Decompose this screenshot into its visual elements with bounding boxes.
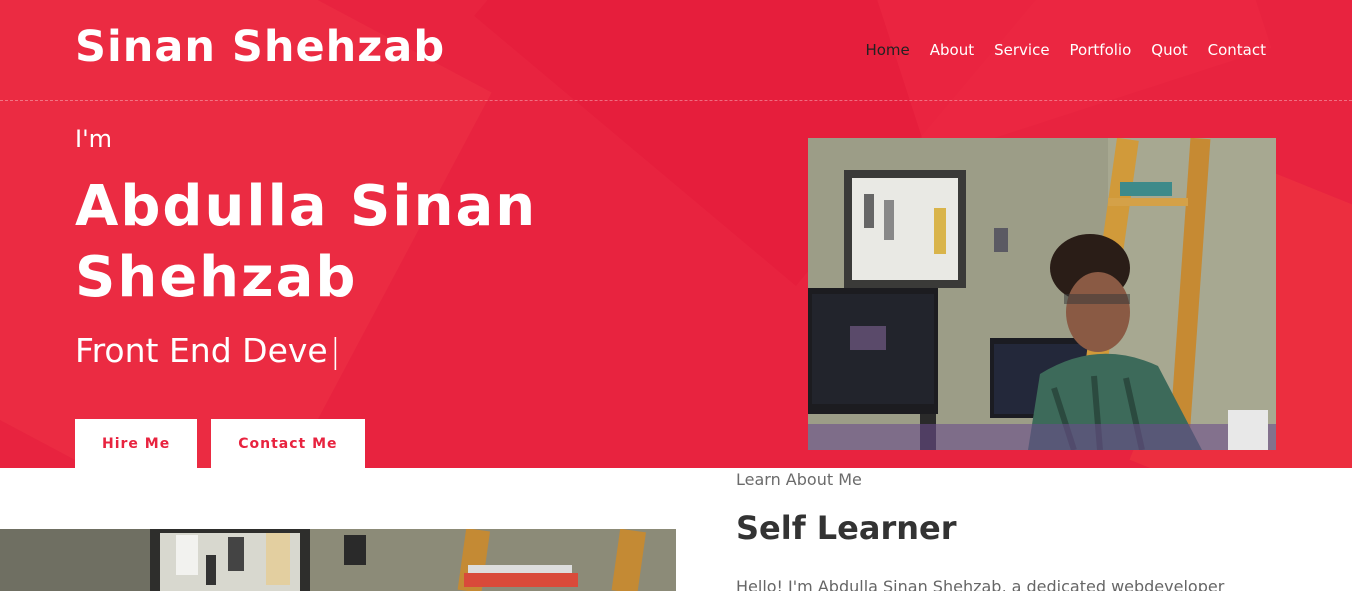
nav-link-service[interactable]: Service [994,41,1049,59]
nav-link-quot[interactable]: Quot [1151,41,1187,59]
nav-item: About [930,40,974,59]
hero-section: Sinan Shehzab Home About Service Portfol… [0,0,1352,468]
nav-item: Contact [1208,40,1266,59]
hero-name: Abdulla Sinan Shehzab [75,174,538,310]
nav-link-portfolio[interactable]: Portfolio [1070,41,1132,59]
about-kicker: Learn About Me [736,470,862,489]
nav-link-about[interactable]: About [930,41,974,59]
about-title: Self Learner [736,509,957,547]
hero-role: Front End Deve| [75,331,635,370]
hire-me-button[interactable]: Hire Me [75,419,198,468]
about-section: Learn About Me Self Learner Hello! I'm A… [736,470,1296,591]
profile-photo [808,138,1276,450]
nav-item: Service [994,40,1049,59]
main-nav: Home About Service Portfolio Quot Contac… [865,40,1266,59]
typing-cursor: | [329,331,341,370]
brand-logo[interactable]: Sinan Shehzab [75,22,445,72]
typed-role-text: Front End Deve [75,331,328,370]
navbar: Sinan Shehzab Home About Service Portfol… [0,0,1352,101]
about-body: Hello! I'm Abdulla Sinan Shehzab, a dedi… [736,577,1225,591]
contact-me-button[interactable]: Contact Me [211,419,365,468]
hero-intro: I'm Abdulla Sinan Shehzab Front End Deve… [75,125,635,370]
nav-item: Home [865,40,909,59]
hero-buttons: Hire Me Contact Me [75,419,365,468]
nav-item: Portfolio [1070,40,1132,59]
about-photo [0,529,676,591]
nav-item: Quot [1151,40,1187,59]
nav-link-home[interactable]: Home [865,41,909,59]
hero-greeting: I'm [75,125,113,153]
nav-link-contact[interactable]: Contact [1208,41,1266,59]
